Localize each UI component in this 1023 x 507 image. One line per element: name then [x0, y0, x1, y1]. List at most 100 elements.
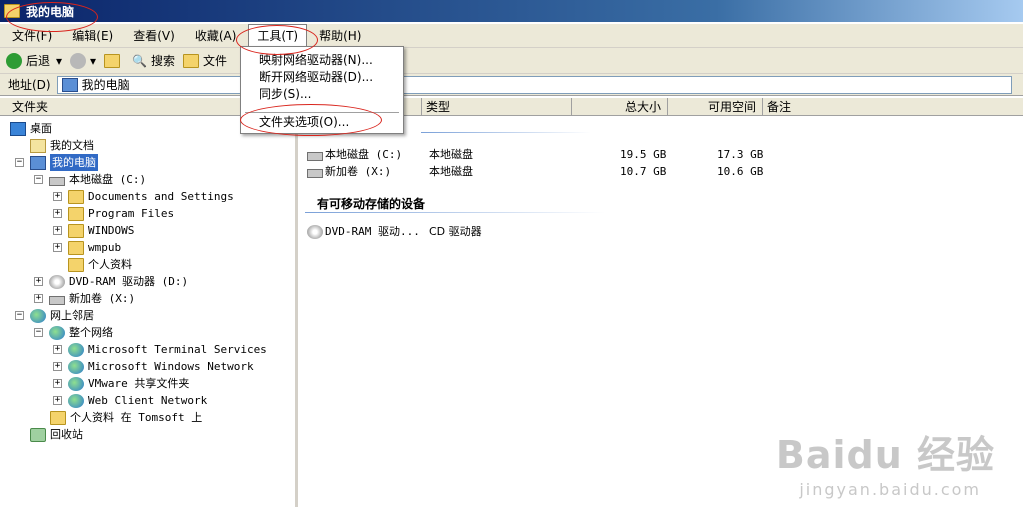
tree-item-vmware-shared[interactable]: + VMware 共享文件夹 — [53, 375, 189, 392]
up-folder-button[interactable] — [104, 53, 124, 68]
globe-icon — [49, 325, 65, 340]
expand-toggle[interactable]: + — [53, 226, 62, 235]
section-divider — [305, 212, 605, 213]
address-bar: 地址(D) 我的电脑 — [0, 74, 1023, 96]
list-header: 类型 总大小 可用空间 备注 — [301, 98, 1023, 116]
tree-item-drive-x[interactable]: + 新加卷 (X:) — [34, 290, 135, 307]
folder-icon — [68, 240, 84, 255]
folders-button[interactable]: 文件 — [183, 52, 227, 69]
menu-item-folder-options[interactable]: 文件夹选项(O)... — [259, 113, 349, 131]
menu-file[interactable]: 文件(F) — [4, 25, 60, 46]
tree-item-windows[interactable]: + WINDOWS — [53, 222, 134, 239]
menu-item-disconnect-network-drive[interactable]: 断开网络驱动器(D)... — [259, 68, 373, 86]
expand-toggle[interactable]: + — [53, 362, 62, 371]
address-input[interactable]: 我的电脑 — [56, 75, 1012, 94]
menu-help[interactable]: 帮助(H) — [311, 25, 369, 46]
forward-button[interactable]: ▾ — [70, 52, 96, 69]
section-divider — [421, 132, 591, 133]
column-header-type[interactable]: 类型 — [422, 98, 572, 116]
removable-section-title: 有可移动存储的设备 — [317, 197, 426, 211]
drive-icon — [307, 169, 323, 178]
globe-icon — [68, 359, 84, 374]
window-title: 我的电脑 — [26, 4, 75, 19]
dropdown-arrow-icon[interactable]: ▾ — [90, 54, 96, 68]
computer-icon — [30, 155, 46, 170]
menu-favorites[interactable]: 收藏(A) — [187, 25, 245, 46]
tree-item-entire-network[interactable]: − 整个网络 — [34, 324, 113, 341]
tree-item-terminal-services[interactable]: + Microsoft Terminal Services — [53, 341, 267, 358]
column-header-free-space[interactable]: 可用空间 — [668, 98, 763, 116]
documents-folder-icon — [30, 138, 46, 153]
expand-toggle[interactable]: + — [53, 396, 62, 405]
tree-item-desktop[interactable]: 桌面 — [10, 120, 52, 137]
details-pane: 类型 总大小 可用空间 备注 本地磁盘 (C:) 本地磁盘 19.5 GB 17… — [301, 98, 1023, 507]
toolbar: 后退 ▾ ▾ 🔍 搜索 文件 — [0, 48, 1023, 74]
menu-item-map-network-drive[interactable]: 映射网络驱动器(N)... — [259, 51, 373, 69]
menu-edit[interactable]: 编辑(E) — [64, 25, 121, 46]
folder-icon — [4, 4, 20, 18]
globe-icon — [68, 342, 84, 357]
dropdown-arrow-icon[interactable]: ▾ — [56, 54, 62, 68]
tree-item-personal-data[interactable]: 个人资料 — [68, 256, 132, 273]
tree-item-program-files[interactable]: + Program Files — [53, 205, 174, 222]
drive-icon — [307, 152, 323, 161]
search-button[interactable]: 🔍 搜索 — [132, 52, 175, 69]
column-header-comments[interactable]: 备注 — [763, 98, 1023, 116]
tools-menu-dropdown: 映射网络驱动器(N)... 断开网络驱动器(D)... 同步(S)... 文件夹… — [240, 46, 404, 134]
network-folder-icon — [50, 410, 66, 425]
title-bar: 我的电脑 — [0, 0, 1023, 22]
collapse-toggle[interactable]: − — [15, 311, 24, 320]
expand-toggle[interactable]: + — [53, 192, 62, 201]
folder-icon — [68, 257, 84, 272]
collapse-toggle[interactable]: − — [34, 175, 43, 184]
tree-item-web-client-network[interactable]: + Web Client Network — [53, 392, 207, 409]
recycle-bin-icon — [30, 427, 46, 442]
tree-item-my-documents[interactable]: 我的文档 — [30, 137, 94, 154]
expand-toggle[interactable]: + — [34, 294, 43, 303]
desktop-icon — [10, 121, 26, 136]
tree-item-windows-network[interactable]: + Microsoft Windows Network — [53, 358, 254, 375]
computer-icon — [61, 77, 78, 92]
folder-icon — [68, 223, 84, 238]
back-button[interactable]: 后退 ▾ — [6, 52, 62, 69]
folder-icon — [68, 189, 84, 204]
folder-icon — [68, 206, 84, 221]
expand-toggle[interactable]: + — [53, 345, 62, 354]
drive-icon — [49, 295, 65, 305]
baidu-watermark: Baidu 经验 — [775, 433, 995, 477]
menu-item-synchronize[interactable]: 同步(S)... — [259, 85, 311, 103]
list-item-drive-c[interactable]: 本地磁盘 (C:) 本地磁盘 19.5 GB 17.3 GB — [307, 146, 1007, 163]
tree-item-drive-d[interactable]: + DVD-RAM 驱动器 (D:) — [34, 273, 188, 290]
expand-toggle[interactable]: + — [53, 209, 62, 218]
collapse-toggle[interactable]: − — [34, 328, 43, 337]
network-icon — [30, 308, 46, 323]
address-label: 地址(D) — [8, 78, 51, 92]
tree-item-my-computer[interactable]: − 我的电脑 — [15, 154, 98, 171]
expand-toggle[interactable]: + — [53, 379, 62, 388]
cd-drive-icon — [49, 274, 65, 289]
expand-toggle[interactable]: + — [53, 243, 62, 252]
tree-item-network-places[interactable]: − 网上邻居 — [15, 307, 94, 324]
tree-item-personal-data-tomsoft[interactable]: 个人资料 在 Tomsoft 上 — [50, 409, 202, 426]
menu-bar: 文件(F) 编辑(E) 查看(V) 收藏(A) 工具(T) 帮助(H) — [0, 24, 1023, 48]
menu-view[interactable]: 查看(V) — [125, 25, 183, 46]
expand-toggle[interactable]: + — [34, 277, 43, 286]
folder-icon — [183, 53, 200, 68]
list-item-drive-x[interactable]: 新加卷 (X:) 本地磁盘 10.7 GB 10.6 GB — [307, 163, 1007, 180]
globe-icon — [68, 393, 84, 408]
search-icon: 🔍 — [132, 53, 148, 68]
cd-drive-icon — [307, 225, 323, 239]
folder-tree-pane: 文件夹 桌面 我的文档 − 我的电脑 − 本地磁盘 (C:) + Documen… — [0, 98, 298, 507]
forward-arrow-icon — [70, 52, 87, 69]
list-item-dvd-drive[interactable]: DVD-RAM 驱动... CD 驱动器 — [307, 223, 1007, 240]
globe-icon — [68, 376, 84, 391]
column-header-total-size[interactable]: 总大小 — [572, 98, 668, 116]
back-arrow-icon — [6, 52, 22, 69]
tree-item-drive-c[interactable]: − 本地磁盘 (C:) — [34, 171, 146, 188]
tree-item-wmpub[interactable]: + wmpub — [53, 239, 121, 256]
drive-icon — [49, 176, 65, 186]
tree-item-recycle-bin[interactable]: 回收站 — [30, 426, 83, 443]
menu-tools[interactable]: 工具(T) — [248, 24, 308, 47]
collapse-toggle[interactable]: − — [15, 158, 24, 167]
tree-item-documents-and-settings[interactable]: + Documents and Settings — [53, 188, 234, 205]
